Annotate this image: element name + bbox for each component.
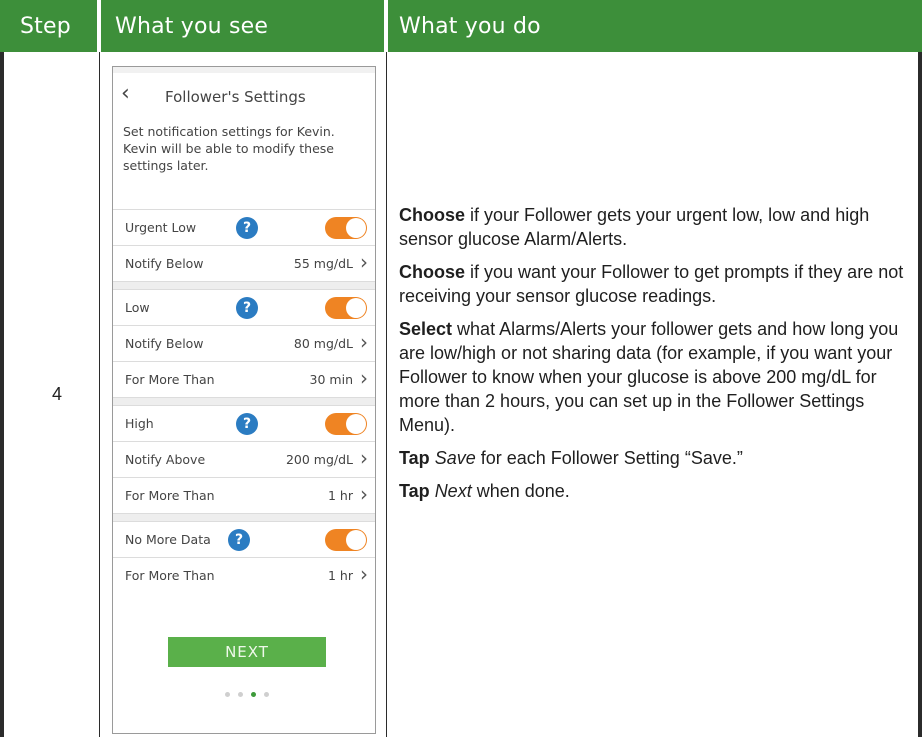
- instruction-text: what Alarms/Alerts your follower gets an…: [399, 319, 899, 435]
- column-divider: [386, 52, 387, 737]
- chevron-right-icon: ›: [360, 482, 368, 506]
- row-value: 80 mg/dL: [293, 336, 353, 351]
- row-label: Notify Below: [125, 256, 204, 271]
- header-divider: [384, 0, 388, 52]
- toggle-knob: [346, 218, 366, 238]
- for-more-than-row[interactable]: For More Than 1 hr ›: [113, 477, 375, 514]
- instruction-paragraph: Tap Next when done.: [399, 479, 915, 503]
- instruction-ui-term: Next: [434, 481, 472, 501]
- instruction-text: if you want your Follower to get prompts…: [399, 262, 904, 306]
- chevron-right-icon: ›: [360, 562, 368, 586]
- notify-below-row[interactable]: Notify Below 55 mg/dL ›: [113, 245, 375, 282]
- next-button[interactable]: NEXT: [168, 637, 326, 667]
- instruction-verb: Choose: [399, 205, 466, 225]
- instruction-paragraph: Select what Alarms/Alerts your follower …: [399, 317, 915, 437]
- row-value: 1 hr: [328, 488, 353, 503]
- row-label: High: [125, 416, 154, 431]
- notify-above-row[interactable]: Notify Above 200 mg/dL ›: [113, 441, 375, 478]
- instruction-text: when done.: [471, 481, 570, 501]
- toggle-knob: [346, 414, 366, 434]
- instruction-verb: Choose: [399, 262, 466, 282]
- table-border-left: [0, 0, 4, 737]
- instruction-ui-term: Save: [434, 448, 476, 468]
- no-more-data-row: No More Data ?: [113, 521, 375, 558]
- row-value: 1 hr: [328, 568, 353, 583]
- header-step: Step: [20, 13, 71, 39]
- step-number: 4: [52, 384, 63, 404]
- help-icon[interactable]: ?: [236, 413, 258, 435]
- instruction-paragraph: Tap Save for each Follower Setting “Save…: [399, 446, 915, 470]
- toggle-knob: [346, 530, 366, 550]
- toggle-knob: [346, 298, 366, 318]
- row-value: 200 mg/dL: [285, 452, 353, 467]
- intro-text: Set notification settings for Kevin. Kev…: [123, 124, 335, 173]
- row-label: Low: [125, 300, 150, 315]
- help-icon[interactable]: ?: [236, 297, 258, 319]
- row-label: No More Data: [125, 532, 211, 547]
- header-what-you-see: What you see: [115, 13, 269, 39]
- row-label: For More Than: [125, 372, 215, 387]
- header-what-you-do: What you do: [399, 13, 541, 39]
- chevron-right-icon: ›: [360, 250, 368, 274]
- page-dot: [264, 692, 269, 697]
- instruction-paragraph: Choose if you want your Follower to get …: [399, 260, 915, 308]
- instruction-text: for each Follower Setting “Save.”: [475, 448, 743, 468]
- instruction-text: if your Follower gets your urgent low, l…: [399, 205, 870, 249]
- page-dot-active: [251, 692, 256, 697]
- chevron-right-icon: ›: [360, 366, 368, 390]
- back-chevron-icon[interactable]: ‹: [121, 81, 130, 106]
- instruction-verb: Select: [399, 319, 453, 339]
- help-icon[interactable]: ?: [228, 529, 250, 551]
- row-label: For More Than: [125, 568, 215, 583]
- instruction-paragraph: Choose if your Follower gets your urgent…: [399, 203, 915, 251]
- low-toggle[interactable]: [325, 297, 367, 319]
- instruction-verb: Tap: [399, 448, 430, 468]
- row-label: Notify Above: [125, 452, 206, 467]
- for-more-than-row[interactable]: For More Than 30 min ›: [113, 361, 375, 398]
- table-header: Step What you see What you do: [0, 0, 922, 52]
- row-value: 30 min: [309, 372, 353, 387]
- urgent-low-row: Urgent Low ?: [113, 209, 375, 246]
- page-dot: [238, 692, 243, 697]
- page-dot: [225, 692, 230, 697]
- page-indicator: [225, 692, 271, 700]
- row-value: 55 mg/dL: [293, 256, 353, 271]
- instructions: Choose if your Follower gets your urgent…: [399, 203, 915, 512]
- instruction-verb: Tap: [399, 481, 430, 501]
- chevron-right-icon: ›: [360, 446, 368, 470]
- urgent-low-toggle[interactable]: [325, 217, 367, 239]
- row-label: Notify Below: [125, 336, 204, 351]
- no-more-data-toggle[interactable]: [325, 529, 367, 551]
- notify-below-row[interactable]: Notify Below 80 mg/dL ›: [113, 325, 375, 362]
- help-icon[interactable]: ?: [236, 217, 258, 239]
- phone-screenshot: ‹ Follower's Settings Set notification s…: [112, 66, 376, 734]
- chevron-right-icon: ›: [360, 330, 368, 354]
- low-row: Low ?: [113, 289, 375, 326]
- row-label: For More Than: [125, 488, 215, 503]
- row-label: Urgent Low: [125, 220, 197, 235]
- for-more-than-row[interactable]: For More Than 1 hr ›: [113, 557, 375, 594]
- status-bar: [113, 67, 375, 73]
- high-toggle[interactable]: [325, 413, 367, 435]
- table-border-right: [918, 0, 922, 737]
- nav-bar: ‹ Follower's Settings: [113, 75, 375, 115]
- high-row: High ?: [113, 405, 375, 442]
- column-divider: [99, 52, 100, 737]
- screen-title: Follower's Settings: [165, 88, 306, 106]
- header-divider: [97, 0, 101, 52]
